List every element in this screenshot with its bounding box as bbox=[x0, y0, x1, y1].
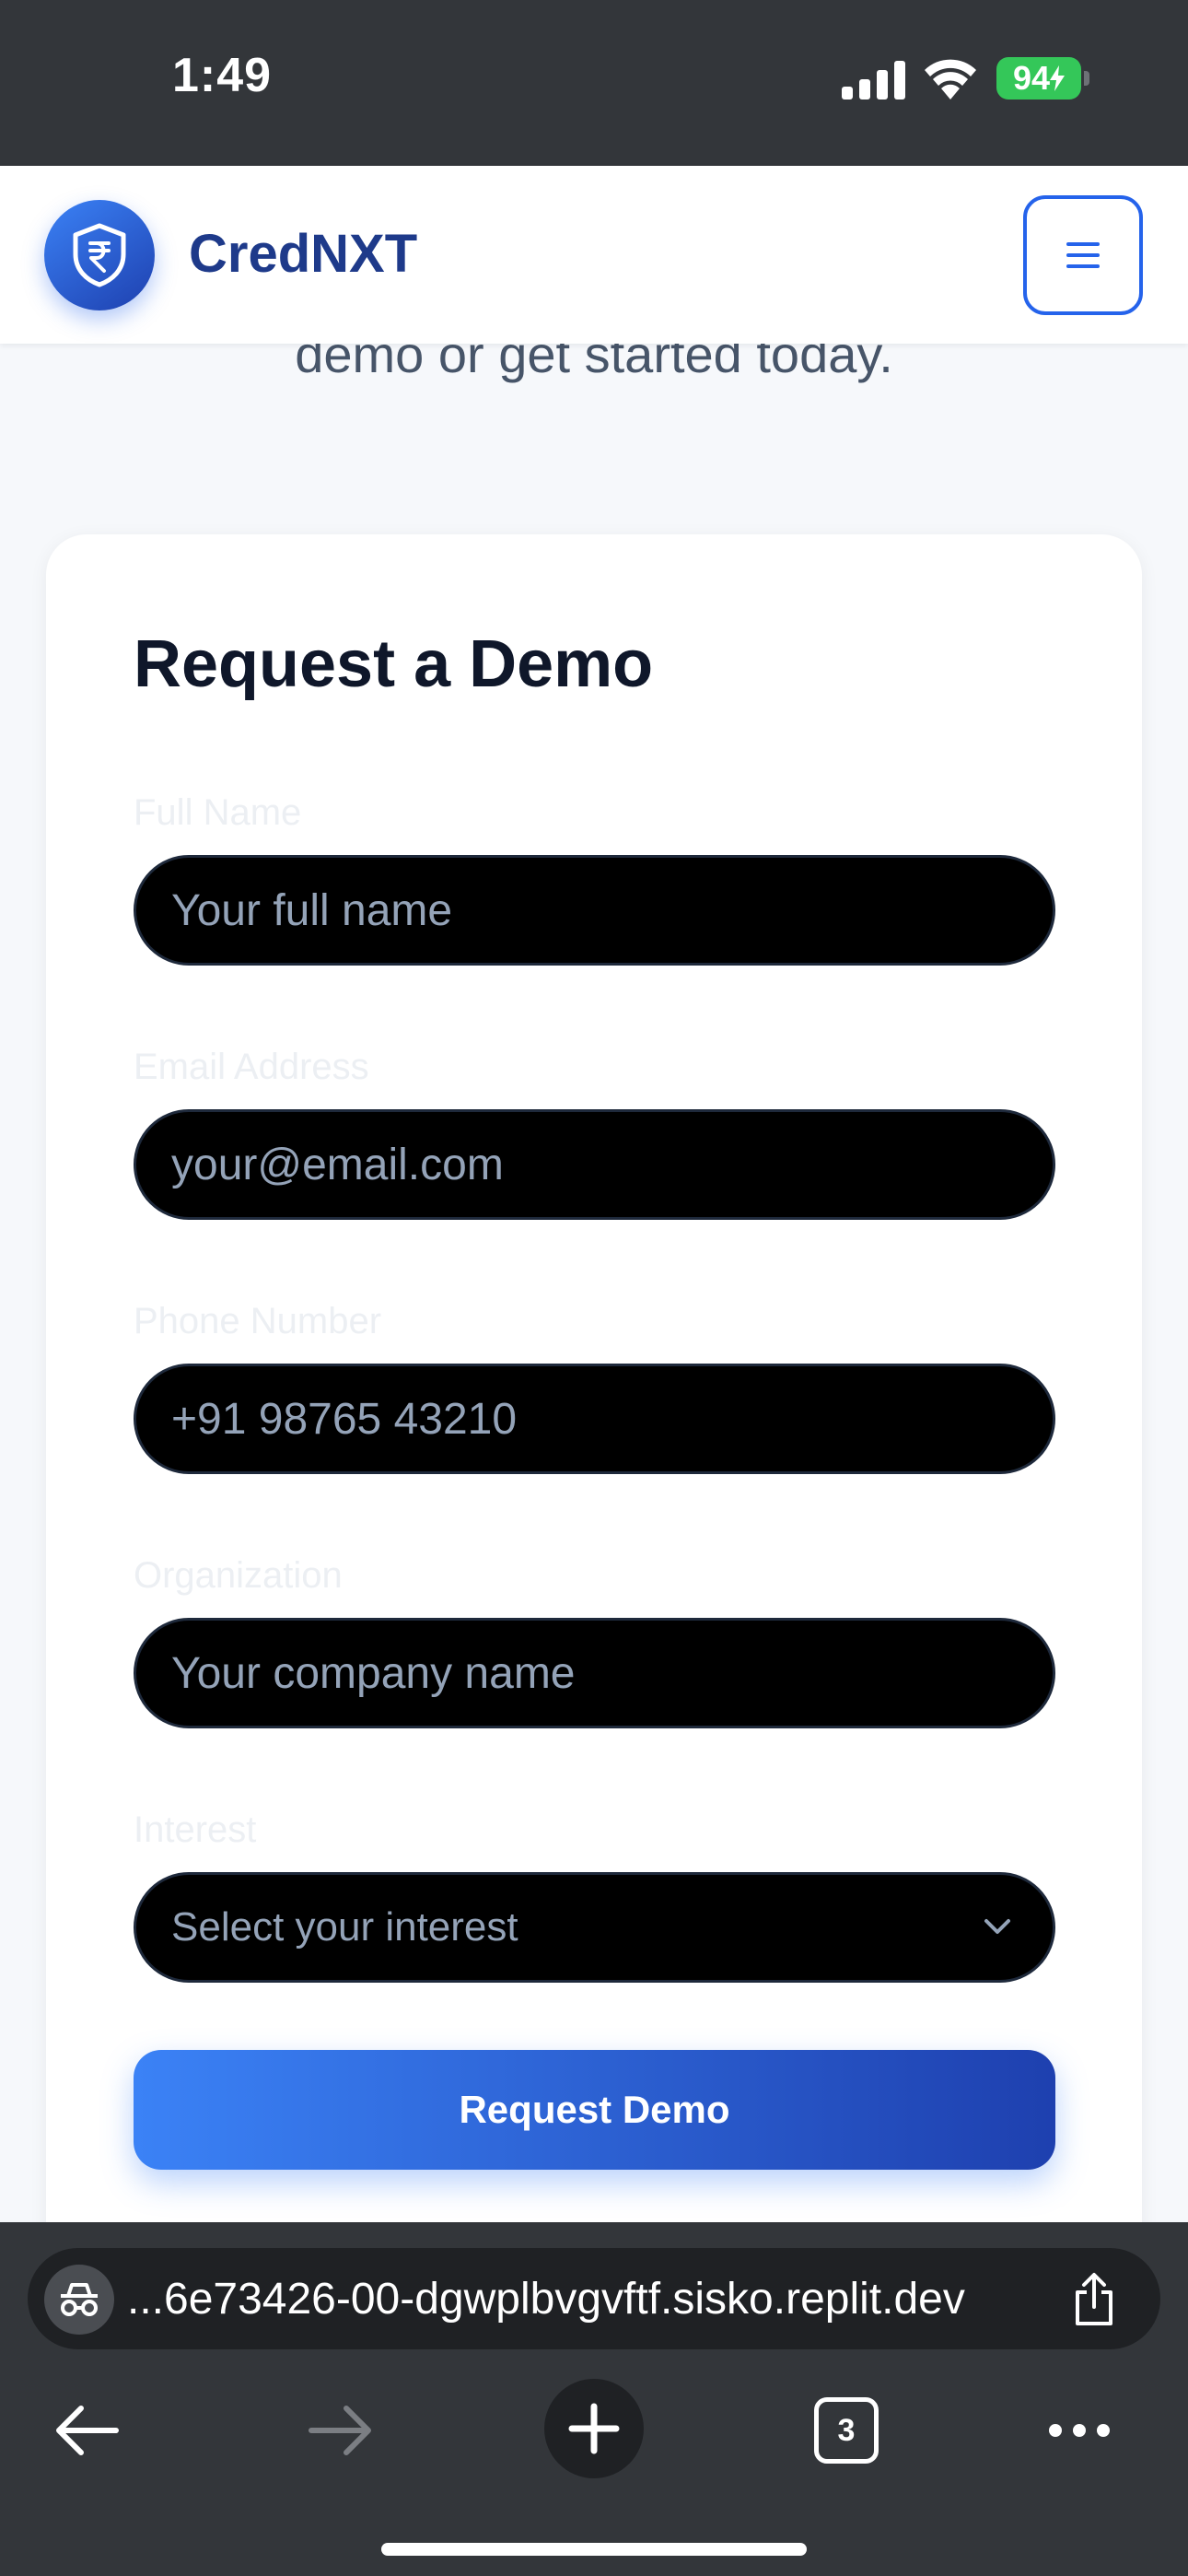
back-arrow-icon[interactable] bbox=[55, 2405, 120, 2456]
menu-button[interactable] bbox=[1023, 195, 1143, 315]
more-icon[interactable] bbox=[1046, 2418, 1112, 2443]
chevron-down-icon bbox=[984, 1919, 1010, 1934]
full-name-label: Full Name bbox=[134, 792, 302, 833]
brand-name[interactable]: CredNXT bbox=[189, 223, 417, 285]
status-time: 1:49 bbox=[172, 49, 273, 102]
incognito-icon[interactable] bbox=[44, 2265, 114, 2335]
email-label: Email Address bbox=[134, 1047, 369, 1087]
full-name-input[interactable]: Your full name bbox=[134, 855, 1055, 966]
forward-arrow-icon[interactable] bbox=[308, 2405, 372, 2456]
url-text[interactable]: ...6e73426-00-dgwplbvgvftf.sisko.replit.… bbox=[127, 2274, 965, 2324]
status-bar: 1:49 94 bbox=[0, 0, 1188, 166]
email-input[interactable]: your@email.com bbox=[134, 1109, 1055, 1220]
phone-input[interactable]: +91 98765 43210 bbox=[134, 1364, 1055, 1474]
demo-form-card: Request a Demo Full Name Your full name … bbox=[46, 534, 1142, 2285]
home-indicator bbox=[381, 2543, 807, 2556]
interest-select[interactable]: Select your interest bbox=[134, 1872, 1055, 1983]
browser-toolbar: ...6e73426-00-dgwplbvgvftf.sisko.replit.… bbox=[0, 2222, 1188, 2576]
site-header: CredNXT bbox=[0, 166, 1188, 344]
charging-bolt-icon bbox=[1050, 65, 1066, 91]
cellular-signal-icon bbox=[842, 61, 905, 100]
share-icon[interactable] bbox=[1068, 2272, 1120, 2327]
interest-select-value: Select your interest bbox=[171, 1904, 518, 1950]
request-demo-button[interactable]: Request Demo bbox=[134, 2050, 1055, 2170]
tabs-button[interactable]: 3 bbox=[814, 2397, 879, 2464]
tab-count: 3 bbox=[837, 2412, 856, 2448]
battery-level: 94 bbox=[1012, 59, 1051, 97]
address-bar[interactable]: ...6e73426-00-dgwplbvgvftf.sisko.replit.… bbox=[28, 2248, 1160, 2349]
form-title: Request a Demo bbox=[134, 627, 654, 701]
organization-input[interactable]: Your company name bbox=[134, 1618, 1055, 1728]
hamburger-icon bbox=[1066, 242, 1100, 268]
phone-label: Phone Number bbox=[134, 1301, 382, 1341]
brand-logo[interactable] bbox=[44, 200, 155, 310]
wifi-icon bbox=[925, 59, 976, 100]
organization-label: Organization bbox=[134, 1555, 343, 1596]
plus-icon bbox=[568, 2403, 620, 2454]
new-tab-button[interactable] bbox=[544, 2379, 644, 2478]
battery-icon: 94 bbox=[996, 57, 1081, 100]
interest-label: Interest bbox=[134, 1809, 257, 1850]
battery-tip bbox=[1084, 71, 1089, 86]
shield-rupee-icon bbox=[73, 223, 126, 287]
